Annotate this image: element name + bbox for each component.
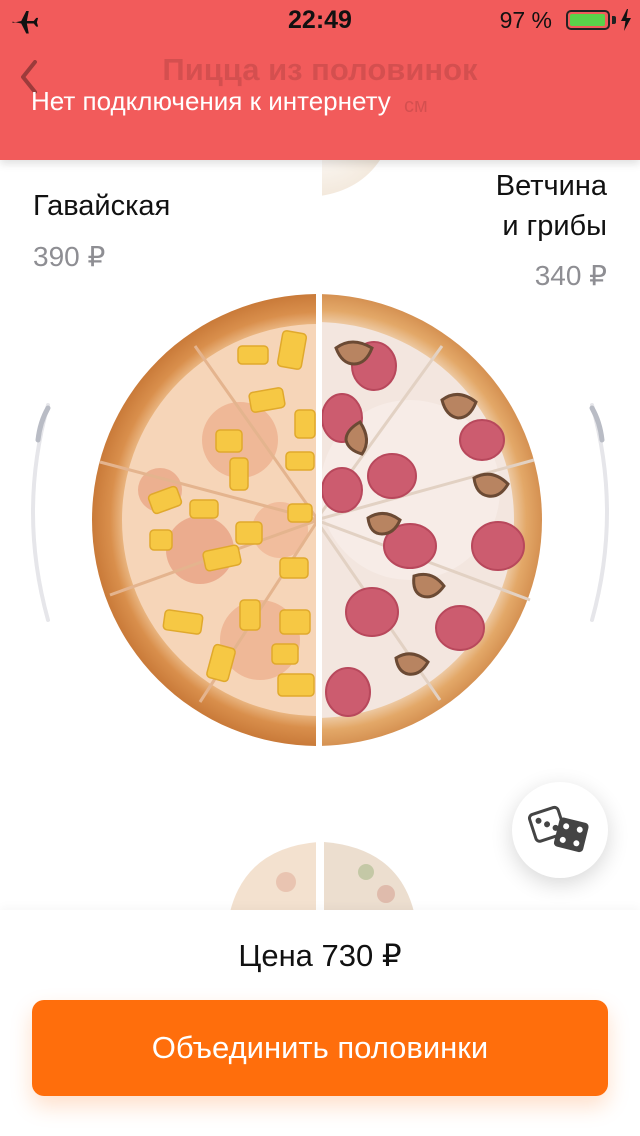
random-pizza-button[interactable] — [512, 782, 608, 878]
left-scroll-indicator — [31, 403, 51, 622]
status-bar: 22:49 97 % — [0, 0, 640, 40]
charging-bolt-icon — [621, 9, 631, 31]
right-half-name-line1: Ветчина — [495, 170, 607, 202]
footer: Цена 730 ₽ Объединить половинки — [0, 910, 640, 1136]
halves-divider — [316, 160, 322, 910]
battery-fill — [570, 14, 605, 26]
next-right-pizza-peek[interactable] — [320, 160, 380, 196]
battery-tip — [612, 16, 616, 24]
combine-halves-button[interactable]: Объединить половинки — [32, 1000, 608, 1096]
next-pizza-peek[interactable] — [226, 842, 418, 912]
page-subtitle: см — [404, 95, 428, 117]
right-half-price: 340 ₽ — [534, 260, 607, 291]
right-half-name-line2: и грибы — [502, 210, 607, 242]
right-half-name: Ветчина и грибы — [496, 166, 607, 246]
banner-message: Нет подключения к интернету — [31, 86, 391, 116]
battery-percent: 97 % — [499, 7, 552, 33]
dice-icon — [528, 805, 589, 853]
page-title: Пицца из половинок — [162, 52, 478, 87]
battery-icon — [566, 10, 610, 30]
total-price: Цена 730 ₽ — [238, 938, 402, 973]
left-half-price: 390 ₽ — [33, 241, 106, 272]
right-scroll-indicator — [589, 403, 609, 622]
left-half-name: Гавайская — [33, 190, 171, 222]
